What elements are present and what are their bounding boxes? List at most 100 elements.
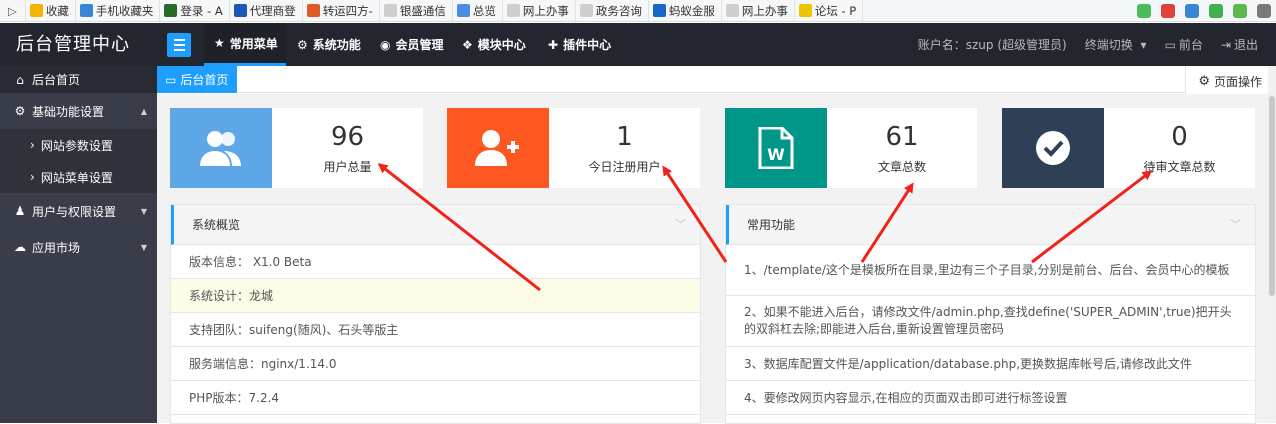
nav-common-menu[interactable]: ★ 常用菜单 (204, 23, 286, 66)
chevron-right-icon: › (30, 138, 35, 152)
home-icon: ⌂ (16, 72, 24, 87)
star-icon (29, 4, 43, 17)
list-item: 1、/template/这个是模板所在目录,里边有三个子目录,分别是前台、后台、… (726, 245, 1255, 296)
sidebar-item-home[interactable]: ⌂ 后台首页 (0, 66, 157, 93)
bookmark-item[interactable]: 银盛通信 (380, 0, 453, 21)
list-item: 3、数据库配置文件是/application/database.php,更换数据… (726, 347, 1255, 381)
stat-label: 文章总数 (877, 160, 926, 174)
stat-label: 今日注册用户 (588, 160, 661, 174)
panel-header: 常用功能 ﹀ (726, 205, 1255, 245)
bookmark-item[interactable]: 论坛 - P (795, 0, 864, 21)
check-circle-icon (1002, 108, 1104, 188)
tab-bar: ▭ 后台首页 (157, 66, 1276, 93)
nav-plugins[interactable]: ✚ 插件中心 (548, 23, 611, 66)
list-item: 版本信息： X1.0 Beta (171, 245, 700, 279)
bookmark-item[interactable]: 政务咨询 (576, 0, 649, 21)
chevron-down-icon[interactable]: ﹀ (675, 205, 686, 245)
nav-modules[interactable]: ❖ 模块中心 (462, 23, 526, 66)
window-icon[interactable] (1257, 4, 1271, 18)
sidebar: ⌂ 后台首页 ⚙ 基础功能设置 ▲ › 网站参数设置 › 网站菜单设置 ♟ 用户与权限设置… (0, 66, 157, 423)
search-icon[interactable] (1185, 4, 1199, 18)
page-icon (725, 4, 739, 17)
phone-icon (79, 4, 93, 17)
vertical-scrollbar[interactable] (1268, 66, 1276, 423)
ant-icon (652, 4, 666, 17)
stat-value: 0 (1171, 122, 1188, 152)
list-item: 4、要修改网页内容显示,在相应的页面双击即可进行标签设置 (726, 381, 1255, 415)
sidebar-item-site-params[interactable]: › 网站参数设置 (0, 129, 157, 161)
bookmark-item[interactable]: 登录 - A (160, 0, 230, 21)
bookmark-item[interactable]: 总览 (453, 0, 503, 21)
bookmarks-bar: ▷ 收藏 手机收藏夹 登录 - A 代理商登 转运四方- 银盛通信 总览 网上办事 政务咨询 蚂蚁… (0, 0, 1276, 22)
chevron-down-icon[interactable]: ﹀ (1230, 205, 1241, 245)
cubes-icon: ❖ (462, 37, 473, 52)
smile-icon (798, 4, 812, 17)
bookmark-item[interactable]: 手机收藏夹 (76, 0, 161, 21)
chevron-right-icon: › (30, 170, 35, 184)
users-icon (170, 108, 272, 188)
cloud-icon: ☁ (14, 240, 26, 254)
bookmark-item[interactable]: 代理商登 (230, 0, 303, 21)
panel-header: 系统概览 ﹀ (171, 205, 700, 245)
sidebar-item-basic-settings[interactable]: ⚙ 基础功能设置 ▲ (0, 93, 157, 129)
gear-icon: ⚙ (14, 104, 26, 118)
header-right: 账户名：szup (超级管理员) 终端切换 ▾ ▭ 前台 ⇥ 退出 (918, 23, 1276, 66)
svg-text:W: W (767, 145, 785, 164)
list-item: 服务端信息：nginx/1.14.0 (171, 347, 700, 381)
sidebar-toggle-button[interactable]: ▷ (0, 0, 26, 21)
list-item: PHP版本：7.2.4 (171, 381, 700, 415)
bookmark-item[interactable]: 蚂蚁金服 (649, 0, 722, 21)
site-icon (164, 4, 178, 17)
terminal-switch[interactable]: 终端切换 ▾ (1085, 36, 1147, 53)
gear-icon: ⚙ (297, 37, 308, 52)
site-icon (233, 4, 247, 17)
puzzle-icon: ✚ (548, 37, 559, 52)
app-title: 后台管理中心 (16, 34, 130, 55)
sidebar-item-app-market[interactable]: ☁ 应用市场 ▼ (0, 229, 157, 265)
page-icon (579, 4, 593, 17)
logout-link[interactable]: ⇥ 退出 (1221, 36, 1258, 53)
list-item: 2、如果不能进入后台，请修改文件/admin.php,查找define('SUP… (726, 296, 1255, 347)
caret-up-icon: ▲ (140, 106, 147, 116)
stat-card-pending[interactable]: 0 待审文章总数 (1002, 108, 1255, 188)
cloud-icon (456, 4, 470, 17)
game-icon[interactable] (1209, 4, 1223, 18)
menu-toggle-button[interactable] (167, 33, 191, 57)
user-icon: ♟ (14, 204, 26, 218)
tab-home[interactable]: ▭ 后台首页 (157, 66, 237, 93)
panel-common-functions: 常用功能 ﹀ 1、/template/这个是模板所在目录,里边有三个子目录,分别是… (725, 204, 1256, 424)
page-icon (383, 4, 397, 17)
bookmark-item[interactable]: 转运四方- (303, 0, 380, 21)
sidebar-item-site-menu[interactable]: › 网站菜单设置 (0, 161, 157, 193)
scissors-icon[interactable] (1161, 4, 1175, 18)
sidebar-item-users-permissions[interactable]: ♟ 用户与权限设置 ▼ (0, 193, 157, 229)
caret-down-icon: ▼ (140, 206, 147, 216)
list-item: 系统设计：龙城 (171, 279, 700, 313)
page-icon (506, 4, 520, 17)
gear-icon: ⚙ (1198, 74, 1210, 89)
site-icon (306, 4, 320, 17)
monitor-icon: ▭ (1164, 38, 1176, 52)
word-document-icon: W (725, 108, 827, 188)
front-link[interactable]: ▭ 前台 (1165, 36, 1203, 53)
stat-label: 用户总量 (323, 160, 372, 174)
caret-down-icon: ▼ (140, 242, 147, 252)
bookmark-item[interactable]: 网上办事 (503, 0, 576, 21)
yen-icon[interactable] (1233, 4, 1247, 18)
stat-card-new-users[interactable]: 1 今日注册用户 (447, 108, 700, 188)
star-icon: ★ (214, 36, 225, 50)
bookmark-item[interactable]: 网上办事 (722, 0, 795, 21)
logout-icon: ⇥ (1220, 38, 1231, 52)
list-item: 支持团队：suifeng(随风)、石头等版主 (171, 313, 700, 347)
user-circle-icon: ◉ (380, 37, 391, 52)
bookmark-item[interactable]: 收藏 (26, 0, 76, 21)
extension-icon[interactable] (1137, 4, 1151, 18)
stat-card-articles[interactable]: W 61 文章总数 (725, 108, 977, 188)
top-header: 后台管理中心 ★ 常用菜单 ⚙ 系统功能 ◉ 会员管理 ❖ 模块中心 ✚ 插件中心 账户名… (0, 23, 1276, 66)
scrollbar-thumb[interactable] (1269, 96, 1275, 296)
stat-value: 96 (330, 122, 365, 152)
nav-system[interactable]: ⚙ 系统功能 (297, 23, 361, 66)
stat-card-users[interactable]: 96 用户总量 (170, 108, 423, 188)
nav-members[interactable]: ◉ 会员管理 (380, 23, 444, 66)
panel-system-overview: 系统概览 ﹀ 版本信息： X1.0 Beta 系统设计：龙城 支持团队：suife… (170, 204, 701, 424)
